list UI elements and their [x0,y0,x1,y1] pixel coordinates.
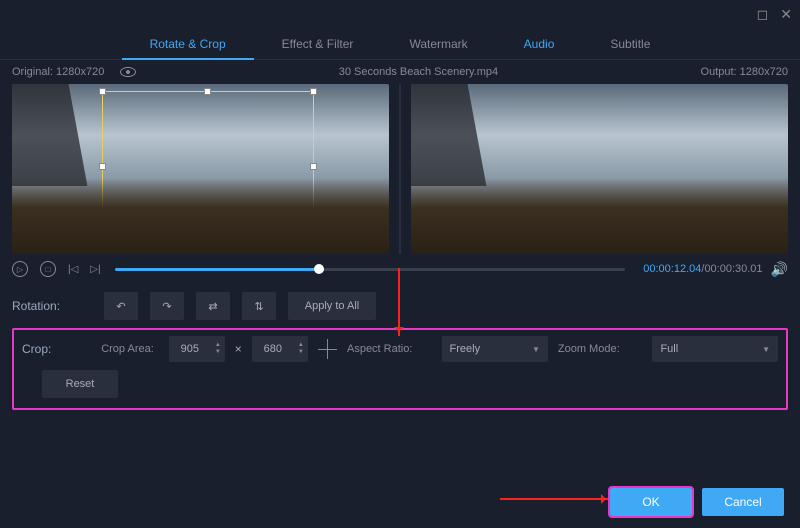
rotate-right-button[interactable]: ↷ [150,292,184,320]
filename: 30 Seconds Beach Scenery.mp4 [136,66,700,78]
crop-label: Crop: [22,342,91,356]
crop-handle[interactable] [310,88,317,95]
aspect-ratio-label: Aspect Ratio: [347,343,432,355]
tab-audio[interactable]: Audio [496,28,583,60]
width-down[interactable]: ▼ [215,349,221,356]
output-preview [411,84,788,254]
annotation-arrow [398,268,400,336]
tab-effect-filter[interactable]: Effect & Filter [254,28,382,60]
crop-handle[interactable] [204,88,211,95]
crop-width-spinner[interactable]: ▲▼ [169,336,225,362]
preview-row [0,84,800,254]
info-bar: Original: 1280x720 30 Seconds Beach Scen… [0,60,800,84]
prev-frame-button[interactable]: |◁ [68,264,78,275]
seek-fill [115,268,319,271]
flip-vertical-button[interactable]: ⇅ [242,292,276,320]
crop-handle[interactable] [99,163,106,170]
ok-button[interactable]: OK [610,488,692,516]
center-icon[interactable] [318,339,337,359]
playback-controls: ▷ □ |◁ ▷| 00:00:12.04/00:00:30.01 🔊 [0,254,800,284]
zoom-mode-label: Zoom Mode: [558,343,643,355]
height-down[interactable]: ▼ [298,349,304,356]
play-button[interactable]: ▷ [12,261,28,277]
rotation-label: Rotation: [12,299,92,313]
footer-buttons: OK Cancel [610,488,784,516]
stop-button[interactable]: □ [40,261,56,277]
aspect-ratio-select[interactable]: Freely▼ [442,336,548,362]
titlebar: ◻ ✕ [0,0,800,28]
original-resolution: Original: 1280x720 [12,66,104,78]
cancel-button[interactable]: Cancel [702,488,784,516]
next-frame-button[interactable]: ▷| [90,264,100,275]
tab-watermark[interactable]: Watermark [381,28,495,60]
volume-icon[interactable]: 🔊 [771,261,788,278]
crop-handle[interactable] [99,240,106,247]
source-preview[interactable] [12,84,389,254]
crop-area-label: Crop Area: [101,343,159,355]
crop-handle[interactable] [204,240,211,247]
seek-slider[interactable] [115,268,626,271]
crop-handle[interactable] [310,240,317,247]
reset-button[interactable]: Reset [42,370,118,398]
rotation-section: Rotation: ↶ ↷ ⇄ ⇅ Apply to All [0,284,800,328]
tab-bar: Rotate & Crop Effect & Filter Watermark … [0,28,800,60]
width-up[interactable]: ▲ [215,342,221,349]
tab-rotate-crop[interactable]: Rotate & Crop [122,28,254,60]
chevron-down-icon: ▼ [762,345,770,354]
apply-to-all-button[interactable]: Apply to All [288,292,376,320]
crop-height-input[interactable] [252,343,294,355]
rotate-left-button[interactable]: ↶ [104,292,138,320]
preview-toggle-icon[interactable] [120,67,136,77]
tab-subtitle[interactable]: Subtitle [582,28,678,60]
crop-selection[interactable] [102,91,313,244]
crop-width-input[interactable] [169,343,211,355]
output-resolution: Output: 1280x720 [701,66,788,78]
zoom-mode-select[interactable]: Full▼ [652,336,778,362]
flip-horizontal-button[interactable]: ⇄ [196,292,230,320]
crop-handle[interactable] [99,88,106,95]
maximize-button[interactable]: ◻ [757,6,769,23]
close-button[interactable]: ✕ [780,6,792,23]
crop-section: Crop: Crop Area: ▲▼ × ▲▼ Aspect Ratio: F… [12,328,788,410]
crop-height-spinner[interactable]: ▲▼ [252,336,308,362]
preview-separator [399,84,401,254]
time-display: 00:00:12.04/00:00:30.01 [643,263,762,275]
annotation-arrow [500,498,610,500]
dimension-x: × [235,342,242,356]
chevron-down-icon: ▼ [532,345,540,354]
height-up[interactable]: ▲ [298,342,304,349]
seek-thumb[interactable] [314,264,324,274]
crop-handle[interactable] [310,163,317,170]
